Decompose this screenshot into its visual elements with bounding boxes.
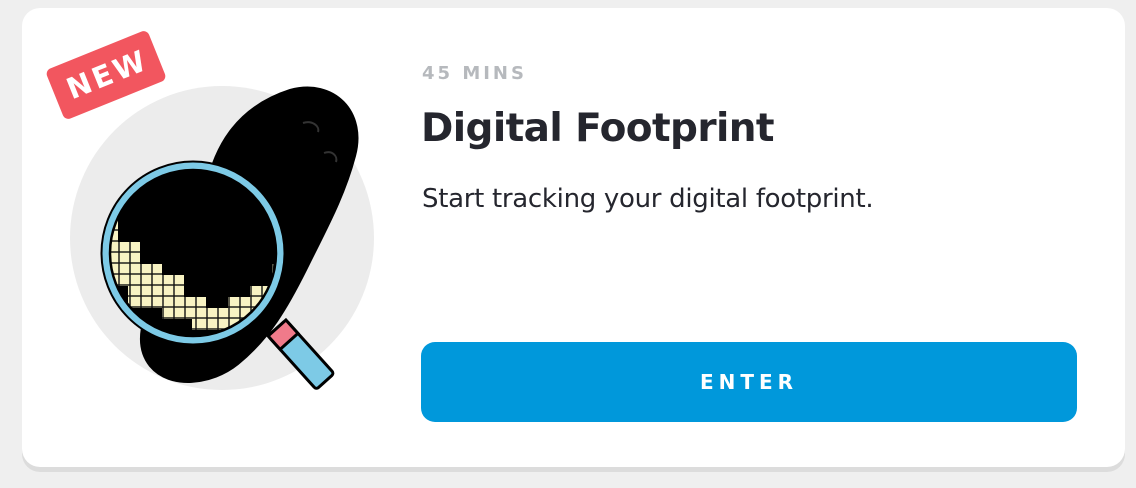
- course-duration: 45 MINS: [422, 63, 527, 84]
- course-description: Start tracking your digital footprint.: [422, 184, 874, 214]
- course-card: NEW 45 MINS Digital Footprint Start trac…: [22, 8, 1125, 467]
- course-title: Digital Footprint: [421, 106, 775, 151]
- enter-button[interactable]: ENTER: [421, 342, 1077, 422]
